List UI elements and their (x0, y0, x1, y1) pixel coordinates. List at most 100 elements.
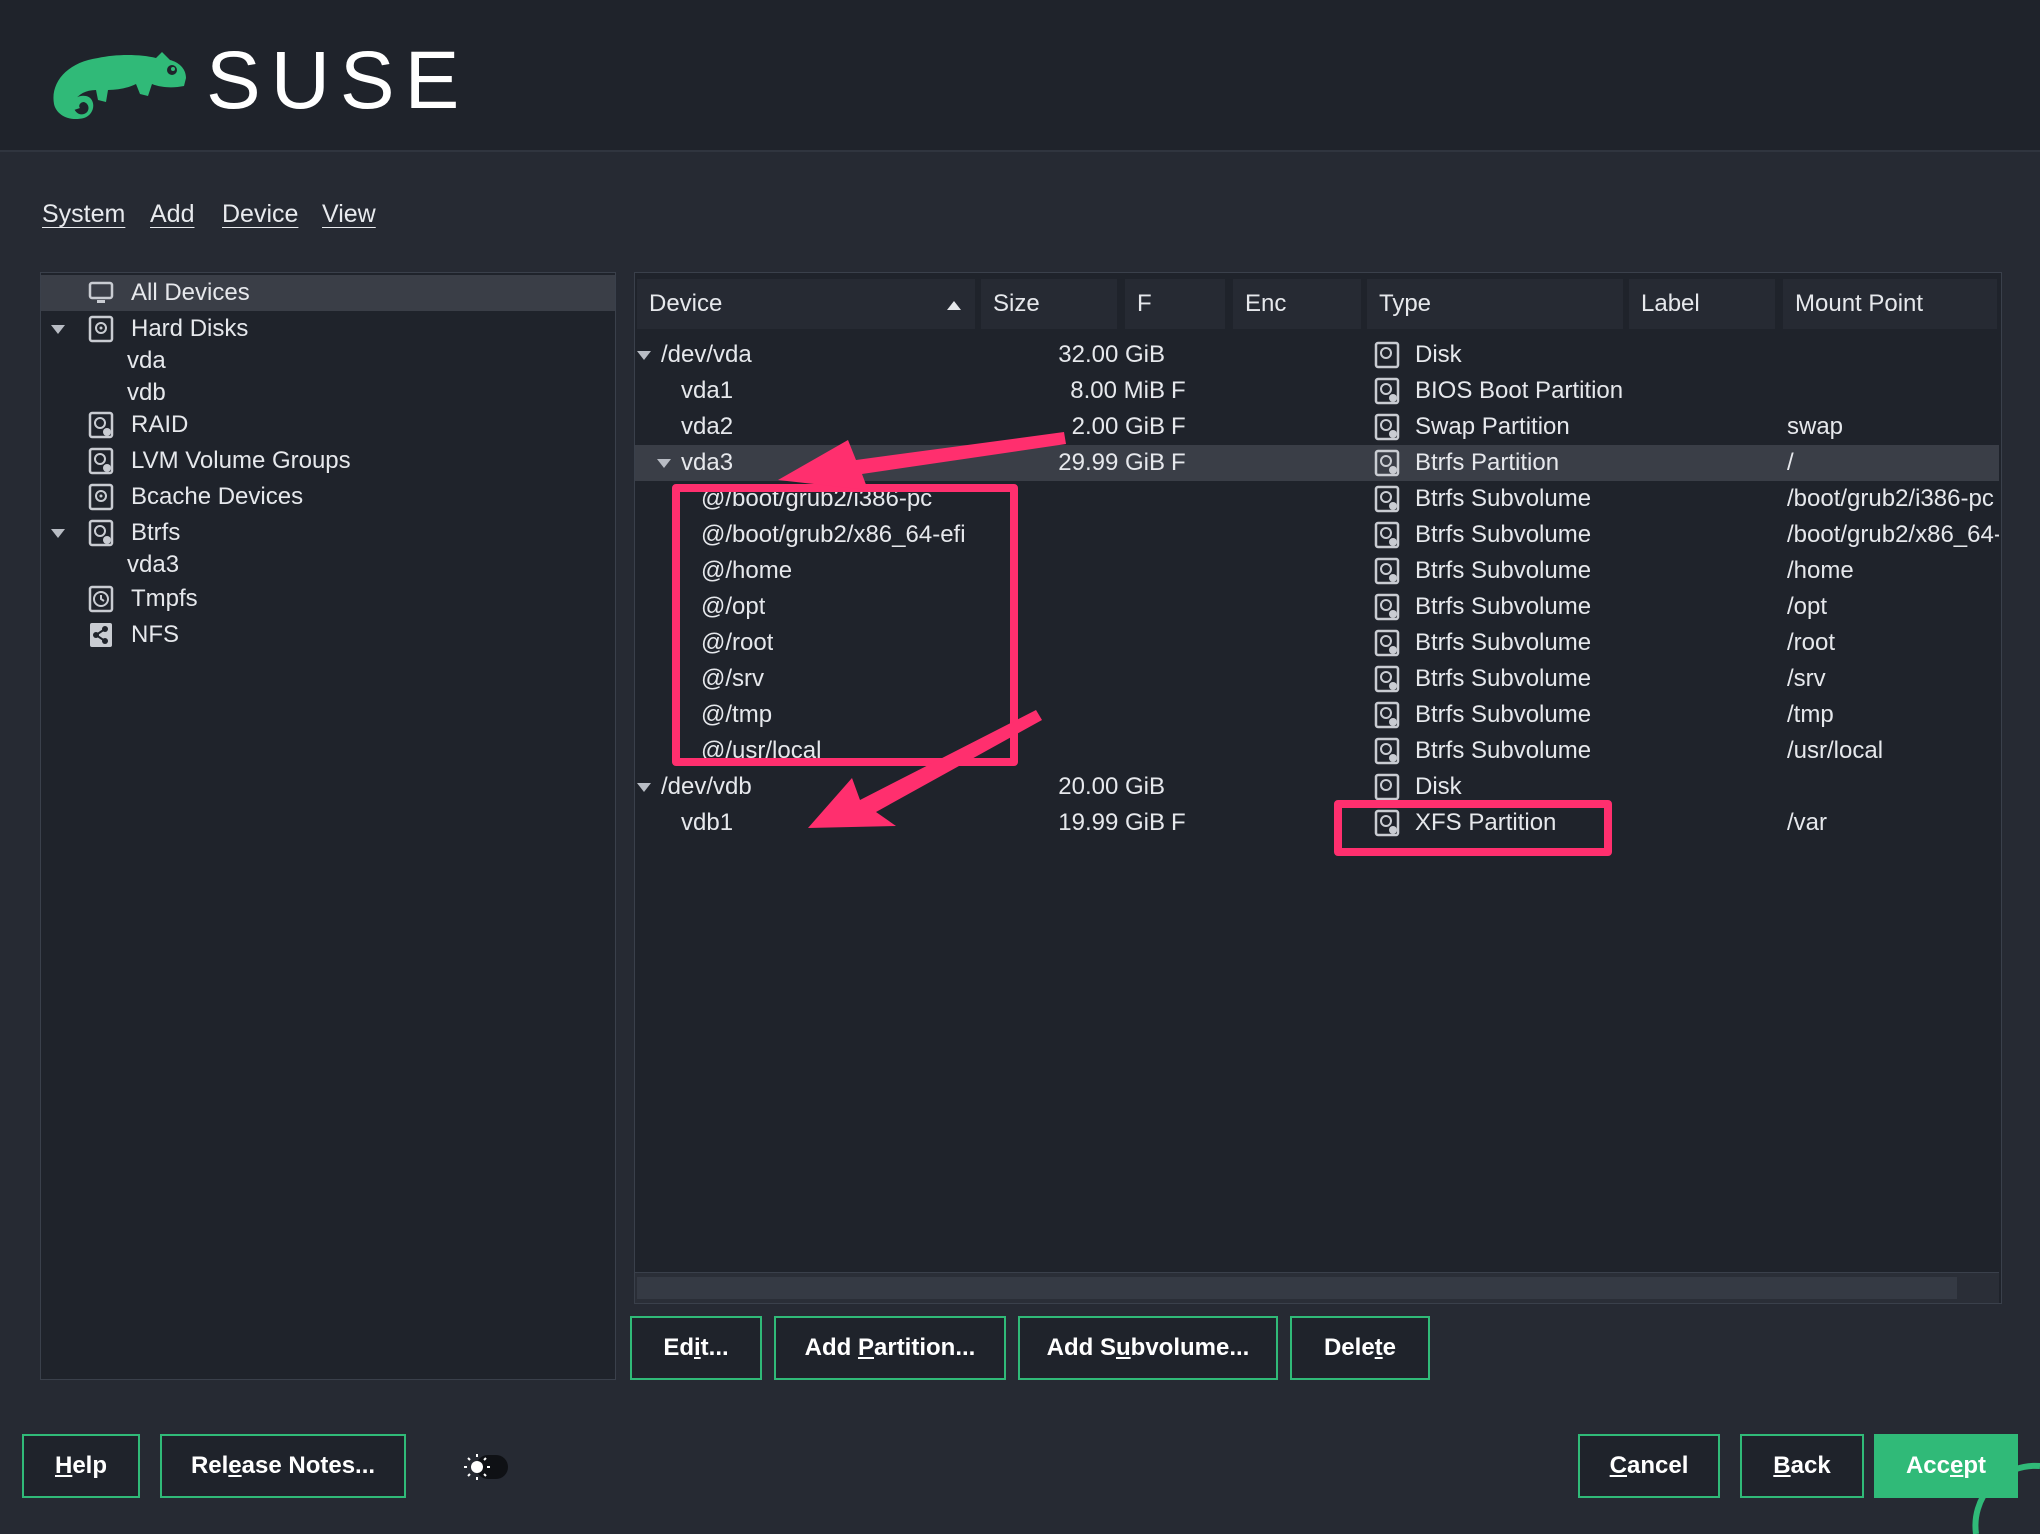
tree-label: Bcache Devices (131, 483, 304, 510)
tree-label: vda (127, 347, 166, 374)
tree-label: NFS (131, 621, 179, 648)
tree-item-raid[interactable]: RAID (41, 407, 615, 443)
clock-icon (88, 585, 114, 613)
column-header-label[interactable]: Label (1629, 279, 1775, 329)
expand-arrow-icon[interactable] (51, 529, 65, 538)
partition-icon (1374, 665, 1400, 693)
disk-icon (1374, 773, 1400, 801)
partition-icon (1374, 701, 1400, 729)
partition-icon (1374, 449, 1400, 477)
partition-icon (1374, 737, 1400, 765)
column-header-type[interactable]: Type (1367, 279, 1623, 329)
delete-button[interactable]: Delete (1290, 1316, 1430, 1380)
cell-type: Btrfs Subvolume (1415, 701, 1592, 728)
tree-item-vda3[interactable]: vda3 (41, 547, 615, 583)
menu-add[interactable]: Add (150, 200, 194, 229)
column-header-device[interactable]: Device (637, 279, 975, 329)
accept-button[interactable]: Accept (1874, 1434, 2018, 1498)
table-row[interactable]: vda3 29.99 GiB F Btrfs Partition / (635, 445, 1999, 481)
device-table[interactable]: Device Size F Enc Type Label Mount Point… (634, 272, 2002, 1304)
device-tree[interactable]: All Devices Hard Disks vda vdb RAID LVM … (40, 272, 616, 1380)
tree-label: RAID (131, 411, 189, 438)
tree-item-nfs[interactable]: NFS (41, 617, 615, 653)
cell-device: vda3 (681, 449, 734, 476)
cell-type: Btrfs Subvolume (1415, 629, 1592, 656)
cell-device: vda1 (681, 377, 734, 404)
menu-view[interactable]: View (322, 200, 376, 229)
cell-size: 32.00 GiB (1058, 341, 1165, 368)
back-button[interactable]: Back (1740, 1434, 1864, 1498)
btrfs-icon (88, 519, 114, 547)
cell-f: F (1171, 809, 1186, 836)
horizontal-scrollbar[interactable] (635, 1272, 1999, 1303)
expand-arrow-icon[interactable] (657, 459, 671, 468)
tree-item-hard-disks[interactable]: Hard Disks (41, 311, 615, 347)
annotation-highlight-xfs-partition (1334, 800, 1612, 856)
cell-f: F (1171, 413, 1186, 440)
tree-item-vdb[interactable]: vdb (41, 375, 615, 411)
theme-toggle-icon[interactable] (462, 1452, 510, 1482)
add-subvolume-button[interactable]: Add Subvolume... (1018, 1316, 1278, 1380)
expand-arrow-icon[interactable] (637, 783, 651, 792)
partition-icon (1374, 629, 1400, 657)
cell-size: 29.99 GiB (1058, 449, 1165, 476)
monitor-icon (88, 281, 114, 303)
add-partition-button[interactable]: Add Partition... (774, 1316, 1006, 1380)
share-icon (90, 623, 112, 647)
cell-size: 8.00 MiB (1070, 377, 1165, 404)
help-button[interactable]: Help (22, 1434, 140, 1498)
cell-mount-point: /var (1787, 809, 1828, 836)
partition-icon (1374, 521, 1400, 549)
expand-arrow-icon[interactable] (51, 325, 65, 334)
cell-type: Btrfs Partition (1415, 449, 1560, 476)
table-row[interactable]: vda2 2.00 GiB F Swap Partition swap (635, 409, 1999, 445)
header-bar: SUSE (0, 0, 2040, 152)
tree-label: vdb (127, 379, 166, 406)
cell-mount-point: /srv (1787, 665, 1826, 692)
table-row[interactable]: /dev/vda 32.00 GiB Disk (635, 337, 1999, 373)
tree-item-all-devices[interactable]: All Devices (41, 275, 615, 311)
release-notes-button[interactable]: Release Notes... (160, 1434, 406, 1498)
scrollbar-thumb[interactable] (637, 1277, 1957, 1299)
cell-mount-point: / (1787, 449, 1794, 476)
cell-mount-point: swap (1787, 413, 1844, 440)
annotation-highlight-subvolumes (672, 484, 1018, 766)
menu-system[interactable]: System (42, 200, 125, 229)
cell-size: 20.00 GiB (1058, 773, 1165, 800)
expand-arrow-icon[interactable] (637, 351, 651, 360)
cell-size: 2.00 GiB (1071, 413, 1165, 440)
cell-type: BIOS Boot Partition (1415, 377, 1624, 404)
column-header-enc[interactable]: Enc (1233, 279, 1361, 329)
cell-mount-point: /usr/local (1787, 737, 1884, 764)
menu-device[interactable]: Device (222, 200, 298, 229)
tree-item-lvm-volume-groups[interactable]: LVM Volume Groups (41, 443, 615, 479)
tree-label: All Devices (131, 279, 250, 306)
table-row[interactable]: vda1 8.00 MiB F BIOS Boot Partition (635, 373, 1999, 409)
cell-type: Btrfs Subvolume (1415, 521, 1592, 548)
tree-item-btrfs[interactable]: Btrfs (41, 515, 615, 551)
cell-type: Btrfs Subvolume (1415, 665, 1592, 692)
cell-mount-point: /boot/grub2/i386-pc (1787, 485, 1994, 512)
tree-item-tmpfs[interactable]: Tmpfs (41, 581, 615, 617)
column-header-size[interactable]: Size (981, 279, 1117, 329)
column-header-mount-point[interactable]: Mount Point (1783, 279, 1997, 329)
cell-type: Btrfs Subvolume (1415, 593, 1592, 620)
column-header-f[interactable]: F (1125, 279, 1225, 329)
tree-label: LVM Volume Groups (131, 447, 351, 474)
partition-icon (1374, 557, 1400, 585)
cell-device: /dev/vda (661, 341, 752, 368)
tree-item-bcache-devices[interactable]: Bcache Devices (41, 479, 615, 515)
table-row[interactable]: /dev/vdb 20.00 GiB Disk (635, 769, 1999, 805)
tree-label: Hard Disks (131, 315, 249, 342)
cell-type: Btrfs Subvolume (1415, 557, 1592, 584)
disk-icon (1374, 341, 1400, 369)
lvm-icon (88, 447, 114, 475)
cell-device: vda2 (681, 413, 734, 440)
edit-button[interactable]: Edit... (630, 1316, 762, 1380)
sort-ascending-icon (947, 301, 961, 310)
cancel-button[interactable]: Cancel (1578, 1434, 1720, 1498)
table-row[interactable]: vdb1 19.99 GiB F XFS Partition/var (635, 805, 1999, 841)
disk-icon (88, 483, 114, 511)
tree-item-vda[interactable]: vda (41, 343, 615, 379)
cell-type: Btrfs Subvolume (1415, 485, 1592, 512)
